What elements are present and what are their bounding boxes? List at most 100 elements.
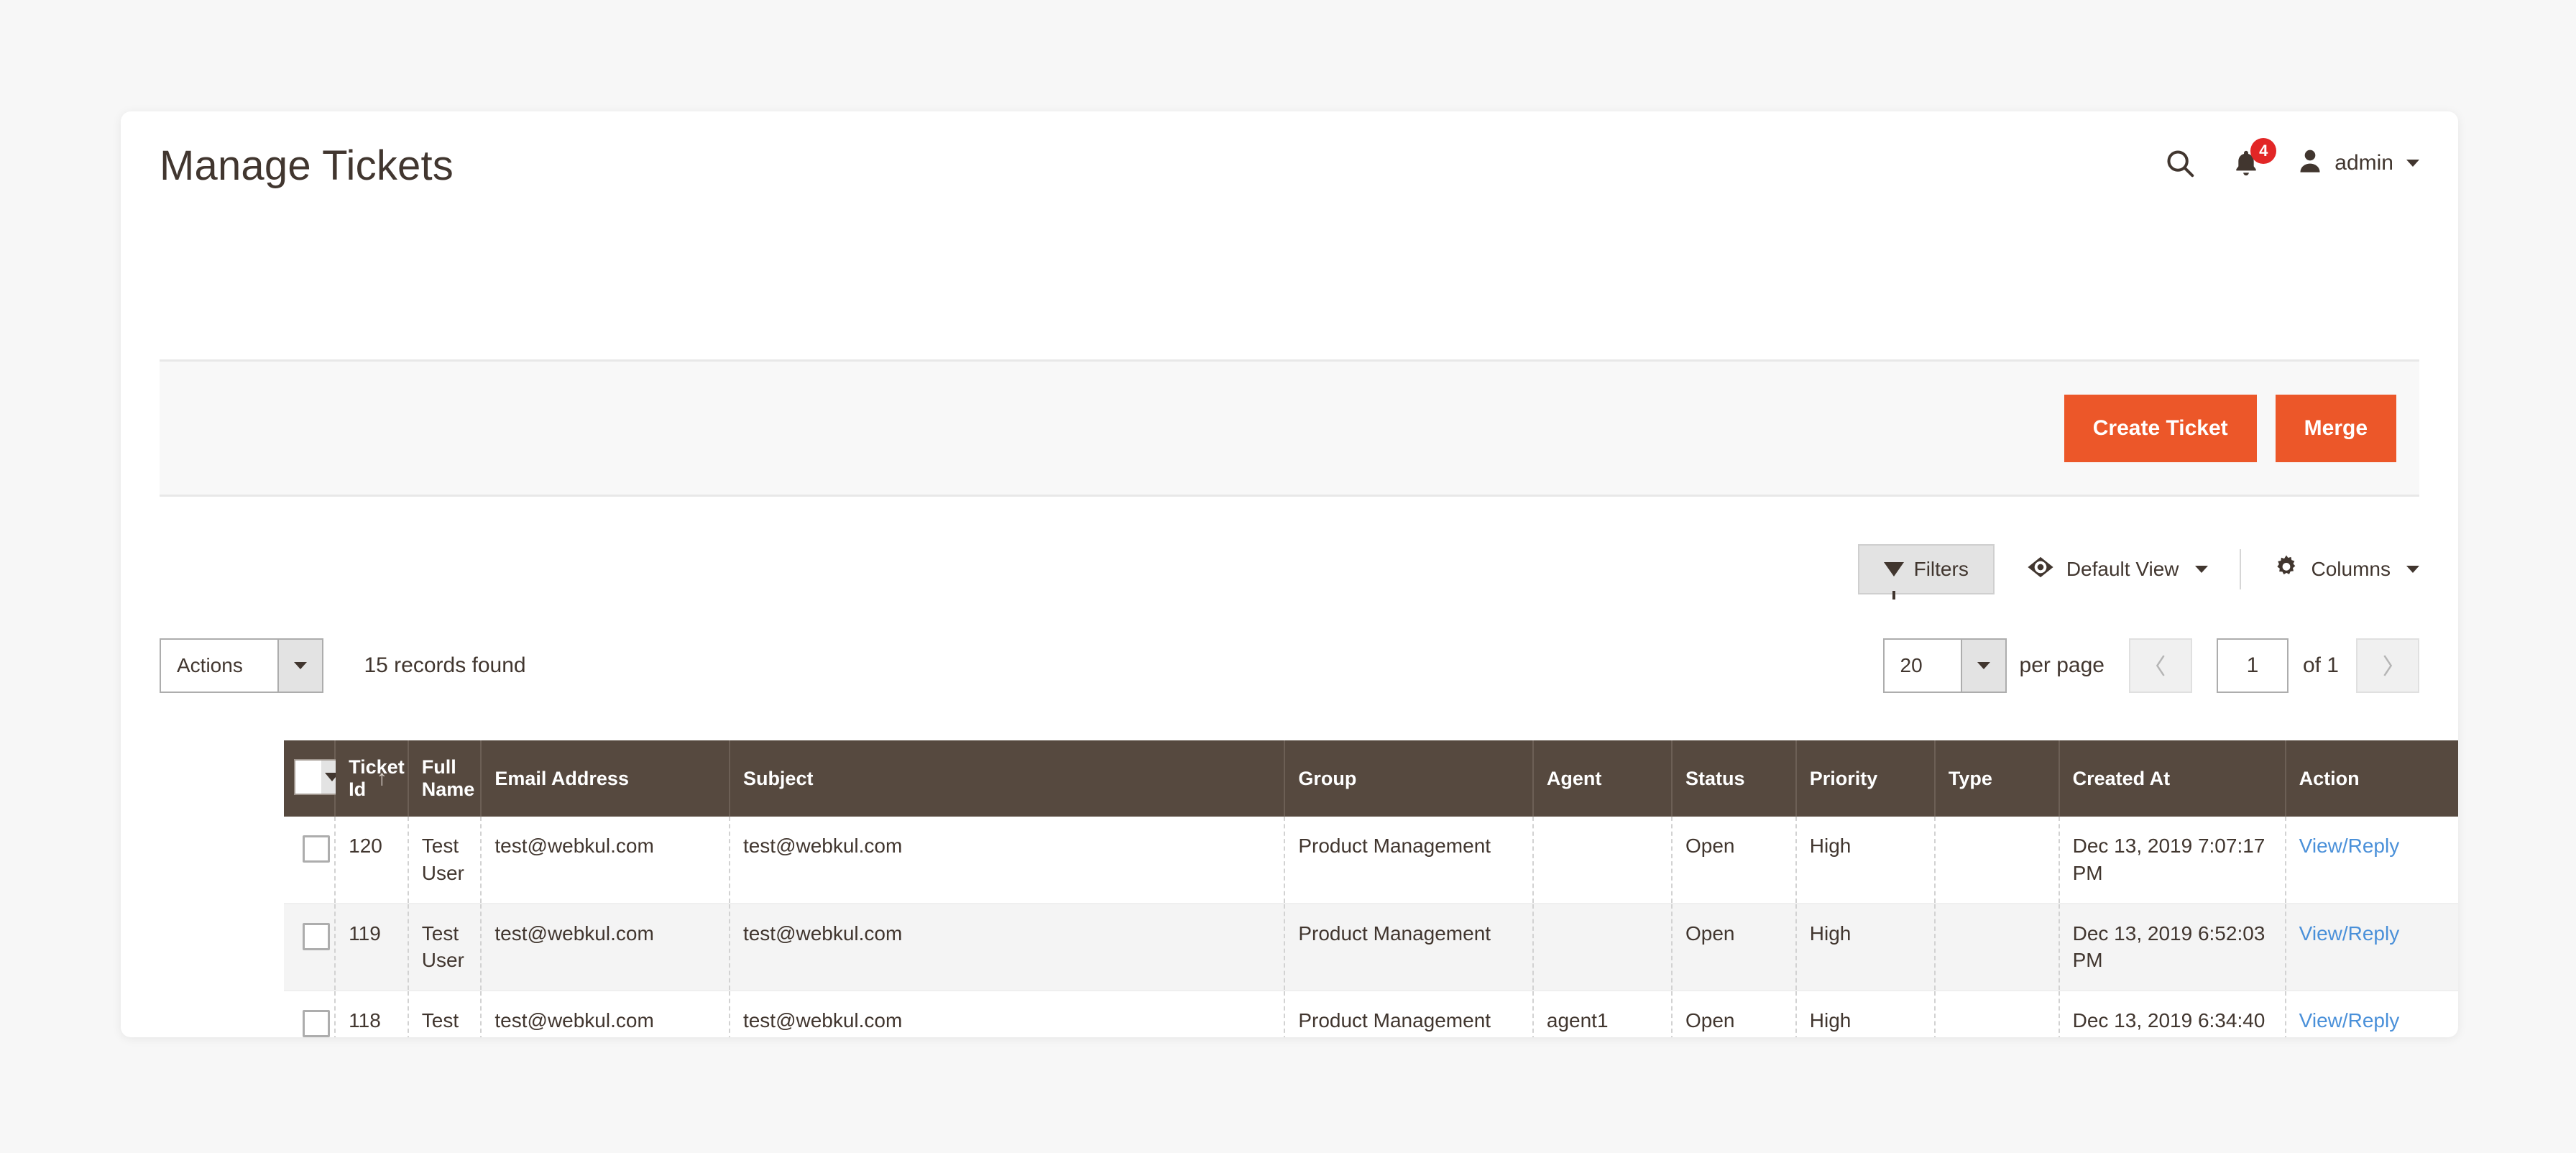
chevron-down-icon: [277, 640, 322, 692]
cell-subject: test@webkul.com: [729, 991, 1286, 1037]
column-header-type[interactable]: Type: [1934, 740, 2060, 817]
view-reply-link[interactable]: View/Reply: [2299, 835, 2400, 857]
default-view-label: Default View: [2066, 558, 2179, 580]
cell-created-at: Dec 13, 2019 6:52:03 PM: [2058, 903, 2286, 992]
page-title: Manage Tickets: [160, 142, 454, 189]
previous-page-button[interactable]: [2128, 638, 2192, 693]
cell-created-at: Dec 13, 2019 6:34:40 PM: [2058, 991, 2286, 1037]
chevron-down-icon: [2406, 566, 2419, 573]
cell-group: Product Management: [1284, 991, 1534, 1037]
cell-type: [1934, 817, 2060, 904]
cell-action: View/Reply: [2285, 817, 2458, 904]
cell-group: Product Management: [1284, 817, 1534, 904]
action-button-bar: Create Ticket Merge: [160, 359, 2419, 497]
chevron-down-icon: [2406, 159, 2419, 167]
chevron-down-icon: [2194, 566, 2208, 573]
row-checkbox[interactable]: [303, 835, 330, 863]
tickets-grid: Ticket Id ↑ Full Name Email Address Subj…: [284, 740, 2458, 1037]
admin-menu[interactable]: admin: [2296, 146, 2419, 180]
create-ticket-button[interactable]: Create Ticket: [2064, 394, 2257, 462]
column-header-email-address[interactable]: Email Address: [481, 740, 730, 817]
row-select-cell[interactable]: [284, 991, 336, 1037]
tickets-table: Ticket Id ↑ Full Name Email Address Subj…: [284, 740, 2458, 1037]
cell-priority: High: [1795, 903, 1936, 992]
column-header-status[interactable]: Status: [1671, 740, 1797, 817]
cell-status: Open: [1671, 991, 1797, 1037]
next-page-button[interactable]: [2356, 638, 2419, 693]
per-page-select[interactable]: 20: [1882, 638, 2007, 693]
cell-full-name: Test User: [408, 903, 482, 992]
table-row: 119 Test User test@webkul.com test@webku…: [284, 903, 2458, 992]
cell-agent: [1532, 903, 1673, 992]
table-row: 120 Test User test@webkul.com test@webku…: [284, 817, 2458, 904]
search-icon[interactable]: [2163, 147, 2196, 180]
column-header-group[interactable]: Group: [1284, 740, 1534, 817]
cell-email: test@webkul.com: [481, 903, 730, 992]
cell-subject: test@webkul.com: [729, 903, 1286, 992]
per-page-label: per page: [2019, 653, 2104, 677]
column-header-agent[interactable]: Agent: [1532, 740, 1673, 817]
chevron-down-icon: [1960, 640, 2005, 692]
column-header-ticket-id[interactable]: Ticket Id ↑: [335, 740, 409, 817]
pagination: 20 per page 1 of 1: [1882, 638, 2419, 693]
header-actions: 4 admin: [2163, 137, 2419, 180]
cell-status: Open: [1671, 903, 1797, 992]
grid-toolbar: Filters Default View Columns: [1857, 544, 2419, 600]
cell-action: View/Reply: [2285, 903, 2458, 992]
view-reply-link[interactable]: View/Reply: [2299, 1009, 2400, 1032]
cell-full-name: Test User: [408, 817, 482, 904]
admin-name-label: admin: [2334, 150, 2393, 175]
cell-priority: High: [1795, 991, 1936, 1037]
filters-label: Filters: [1913, 558, 1969, 580]
default-view-dropdown[interactable]: Default View: [2026, 556, 2208, 584]
cell-group: Product Management: [1284, 903, 1534, 992]
total-pages-label: of 1: [2302, 653, 2339, 677]
column-header-subject[interactable]: Subject: [729, 740, 1286, 817]
select-all-checkbox[interactable]: [295, 760, 321, 794]
cell-ticket-id: 118: [335, 991, 409, 1037]
records-found-label: 15 records found: [364, 653, 526, 677]
column-header-full-name[interactable]: Full Name: [408, 740, 482, 817]
row-checkbox[interactable]: [303, 1010, 330, 1037]
table-row: 118 Test User test@webkul.com test@webku…: [284, 991, 2458, 1037]
table-body: 120 Test User test@webkul.com test@webku…: [284, 817, 2458, 1037]
cell-ticket-id: 120: [335, 817, 409, 904]
cell-type: [1934, 991, 2060, 1037]
page-number-input[interactable]: 1: [2216, 638, 2288, 693]
filters-button[interactable]: Filters: [1857, 544, 1995, 600]
cell-agent: [1532, 817, 1673, 904]
actions-select-value: Actions: [161, 640, 277, 692]
actions-select[interactable]: Actions: [160, 638, 323, 693]
row-select-cell[interactable]: [284, 817, 336, 904]
cell-subject: test@webkul.com: [729, 817, 1286, 904]
cell-type: [1934, 903, 2060, 992]
notifications-bell-icon[interactable]: 4: [2231, 137, 2277, 179]
cell-action: View/Reply: [2285, 991, 2458, 1037]
columns-label: Columns: [2311, 558, 2391, 580]
page-root: Manage Tickets 4 admin Create Ticket Mer…: [0, 0, 2576, 1153]
cell-full-name: Test User: [408, 991, 482, 1037]
view-reply-link[interactable]: View/Reply: [2299, 922, 2400, 945]
page-header: Manage Tickets 4 admin: [121, 111, 2458, 203]
cell-created-at: Dec 13, 2019 7:07:17 PM: [2058, 817, 2286, 904]
merge-button[interactable]: Merge: [2275, 394, 2396, 462]
column-header-action[interactable]: Action: [2285, 740, 2458, 817]
manage-tickets-card: Manage Tickets 4 admin Create Ticket Mer…: [121, 111, 2458, 1037]
notifications-badge: 4: [2250, 137, 2277, 164]
row-checkbox[interactable]: [303, 922, 330, 950]
gear-icon: [2273, 553, 2300, 586]
column-header-created-at[interactable]: Created At: [2058, 740, 2286, 817]
funnel-icon: [1883, 562, 1904, 600]
table-header-row: Ticket Id ↑ Full Name Email Address Subj…: [284, 740, 2458, 817]
cell-ticket-id: 119: [335, 903, 409, 992]
cell-priority: High: [1795, 817, 1936, 904]
row-select-cell[interactable]: [284, 903, 336, 992]
columns-dropdown[interactable]: Columns: [2273, 553, 2419, 586]
eye-icon: [2026, 556, 2055, 584]
per-page-value: 20: [1884, 640, 1961, 692]
column-header-priority[interactable]: Priority: [1795, 740, 1936, 817]
sort-ascending-icon: ↑: [376, 766, 387, 790]
cell-agent: agent1 agent1: [1532, 991, 1673, 1037]
toolbar-divider: [2239, 549, 2241, 589]
select-all-header[interactable]: [284, 740, 344, 817]
